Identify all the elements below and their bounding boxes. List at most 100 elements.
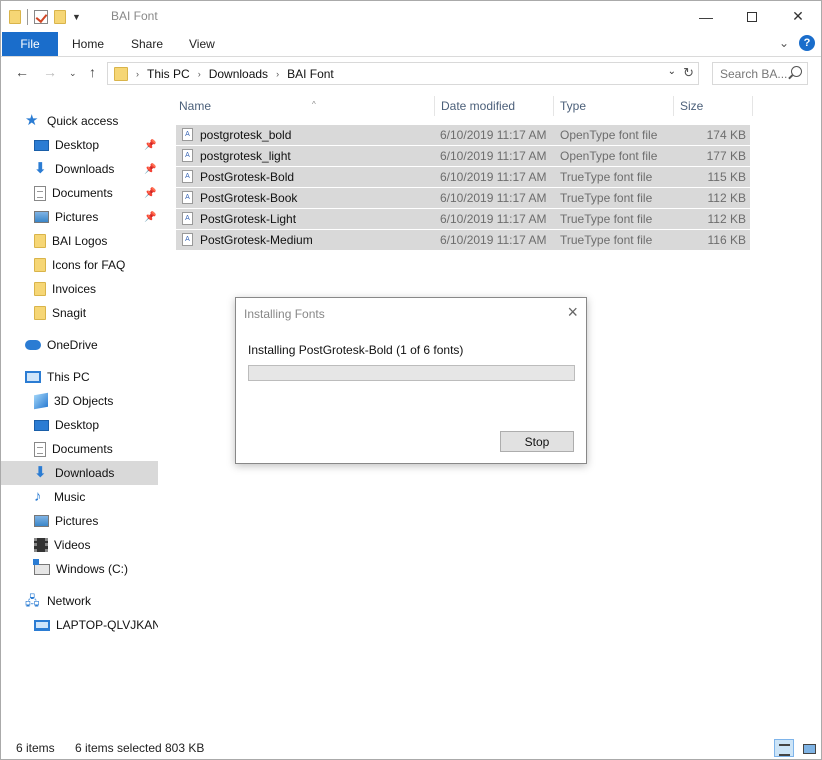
file-size: 115 KB [707, 170, 746, 184]
forward-button[interactable]: → [43, 64, 57, 80]
refresh-button[interactable]: ↻ [683, 65, 694, 81]
dialog-title: Installing Fonts [244, 307, 325, 321]
breadcrumb-separator[interactable]: › [136, 69, 139, 79]
sidebar-item-pc-desktop[interactable]: Desktop [1, 413, 158, 437]
pin-icon: 📌 [144, 139, 157, 151]
drive-icon [33, 558, 50, 575]
sort-ascending-icon: ^ [312, 100, 316, 109]
sidebar-item-downloads[interactable]: ⬇ Downloads 📌 [1, 157, 158, 181]
file-name: PostGrotesk-Light [200, 212, 297, 226]
breadcrumb-separator[interactable]: › [198, 69, 201, 79]
recent-locations-button[interactable]: ⌄ [69, 68, 77, 79]
sidebar-item-desktop[interactable]: Desktop 📌 [1, 133, 158, 157]
address-bar[interactable]: › This PC › Downloads › BAI Font ⌄ ↻ [107, 62, 699, 85]
sidebar-item-snagit[interactable]: Snagit [1, 301, 158, 325]
file-row[interactable]: A postgrotesk_light 6/10/2019 11:17 AM O… [176, 146, 750, 166]
close-button[interactable]: ✕ [775, 1, 821, 32]
new-folder-icon[interactable] [54, 10, 66, 24]
sidebar-item-laptop[interactable]: LAPTOP-QLVJKANU [1, 613, 158, 637]
sidebar-item-invoices[interactable]: Invoices [1, 277, 158, 301]
sidebar-item-bai-logos[interactable]: BAI Logos [1, 229, 158, 253]
folder-icon [34, 306, 46, 320]
sidebar-item-3d-objects[interactable]: 3D Objects [1, 389, 158, 413]
column-header-type[interactable]: Type [554, 96, 674, 116]
sidebar-item-pc-documents[interactable]: Documents [1, 437, 158, 461]
address-dropdown-button[interactable]: ⌄ [668, 66, 676, 77]
file-row[interactable]: A postgrotesk_bold 6/10/2019 11:17 AM Op… [176, 125, 750, 145]
file-row[interactable]: A PostGrotesk-Book 6/10/2019 11:17 AM Tr… [176, 188, 750, 208]
font-file-icon: A [182, 233, 193, 246]
toolbar-divider [27, 9, 28, 25]
sidebar-item-this-pc[interactable]: This PC [1, 365, 158, 389]
up-button[interactable]: ↑ [89, 64, 96, 80]
sidebar-item-music[interactable]: ♪ Music [1, 485, 158, 509]
navigation-bar: ← → ⌄ ↑ › This PC › Downloads › BAI Font… [1, 58, 821, 88]
properties-icon[interactable] [34, 10, 48, 24]
pictures-icon [34, 211, 49, 223]
sidebar-item-windows-c[interactable]: Windows (C:) [1, 557, 158, 581]
sidebar-item-documents[interactable]: Documents 📌 [1, 181, 158, 205]
sidebar-item-label: Downloads [55, 466, 115, 480]
pin-icon: 📌 [144, 187, 157, 199]
back-button[interactable]: ← [15, 64, 29, 80]
selection-count: 6 items selected [75, 741, 162, 755]
maximize-button[interactable] [729, 1, 775, 32]
breadcrumb-this-pc[interactable]: This PC [147, 67, 190, 81]
breadcrumb-separator[interactable]: › [276, 69, 279, 79]
file-size: 112 KB [707, 191, 746, 205]
file-type: TrueType font file [560, 212, 653, 226]
column-header-name[interactable]: Name ^ [173, 96, 435, 116]
file-row[interactable]: A PostGrotesk-Medium 6/10/2019 11:17 AM … [176, 230, 750, 250]
star-icon: ★ [25, 112, 39, 129]
file-type: OpenType font file [560, 149, 658, 163]
folder-icon [34, 234, 46, 248]
help-icon[interactable]: ? [799, 35, 815, 51]
stop-button[interactable]: Stop [500, 431, 574, 452]
sidebar-item-label: Documents [52, 442, 113, 456]
folder-icon [34, 258, 46, 272]
breadcrumb-bai-font[interactable]: BAI Font [287, 67, 334, 81]
minimize-button[interactable]: — [683, 1, 729, 32]
search-box[interactable]: Search BA... [712, 62, 808, 85]
tab-view[interactable]: View [189, 32, 215, 56]
file-row[interactable]: A PostGrotesk-Bold 6/10/2019 11:17 AM Tr… [176, 167, 750, 187]
desktop-icon [34, 419, 49, 431]
sidebar-item-icons-for-faq[interactable]: Icons for FAQ [1, 253, 158, 277]
expand-ribbon-icon[interactable]: ⌄ [779, 36, 789, 50]
file-name: PostGrotesk-Book [200, 191, 298, 205]
column-header-size[interactable]: Size [674, 96, 753, 116]
sidebar-item-pictures[interactable]: Pictures 📌 [1, 205, 158, 229]
file-date: 6/10/2019 11:17 AM [440, 191, 547, 205]
sidebar-item-videos[interactable]: Videos [1, 533, 158, 557]
sidebar-item-quick-access[interactable]: ★ Quick access [1, 109, 158, 133]
sidebar-item-pc-pictures[interactable]: Pictures [1, 509, 158, 533]
window-title: BAI Font [111, 9, 158, 23]
pictures-icon [34, 515, 49, 527]
sidebar-item-onedrive[interactable]: OneDrive [1, 333, 158, 357]
search-icon [791, 66, 802, 77]
dialog-close-button[interactable]: × [567, 302, 578, 323]
customize-toolbar-icon[interactable]: ▼ [72, 12, 81, 22]
tab-home[interactable]: Home [72, 32, 104, 56]
documents-icon [34, 185, 46, 201]
pin-icon: 📌 [144, 163, 157, 175]
file-row[interactable]: A PostGrotesk-Light 6/10/2019 11:17 AM T… [176, 209, 750, 229]
status-bar: 6 items 6 items selected 803 KB [1, 737, 821, 759]
computer-icon [25, 371, 41, 383]
install-status-text: Installing PostGrotesk-Bold (1 of 6 font… [248, 343, 464, 357]
file-size: 177 KB [706, 149, 746, 163]
sidebar-item-pc-downloads[interactable]: ⬇ Downloads [1, 461, 158, 485]
breadcrumb-downloads[interactable]: Downloads [209, 67, 268, 81]
column-header-date-modified[interactable]: Date modified [435, 96, 554, 116]
tab-share[interactable]: Share [131, 32, 163, 56]
font-file-icon: A [182, 149, 193, 162]
details-view-button[interactable] [774, 739, 794, 757]
large-icons-view-button[interactable] [798, 739, 818, 757]
sidebar-item-network[interactable]: 🖧 Network [1, 589, 158, 613]
tab-file[interactable]: File [2, 32, 58, 56]
folder-icon [34, 282, 46, 296]
file-date: 6/10/2019 11:17 AM [440, 170, 547, 184]
search-input[interactable]: Search BA... [720, 67, 787, 81]
file-name: postgrotesk_bold [200, 128, 292, 142]
sidebar-item-label: Desktop [55, 418, 100, 432]
